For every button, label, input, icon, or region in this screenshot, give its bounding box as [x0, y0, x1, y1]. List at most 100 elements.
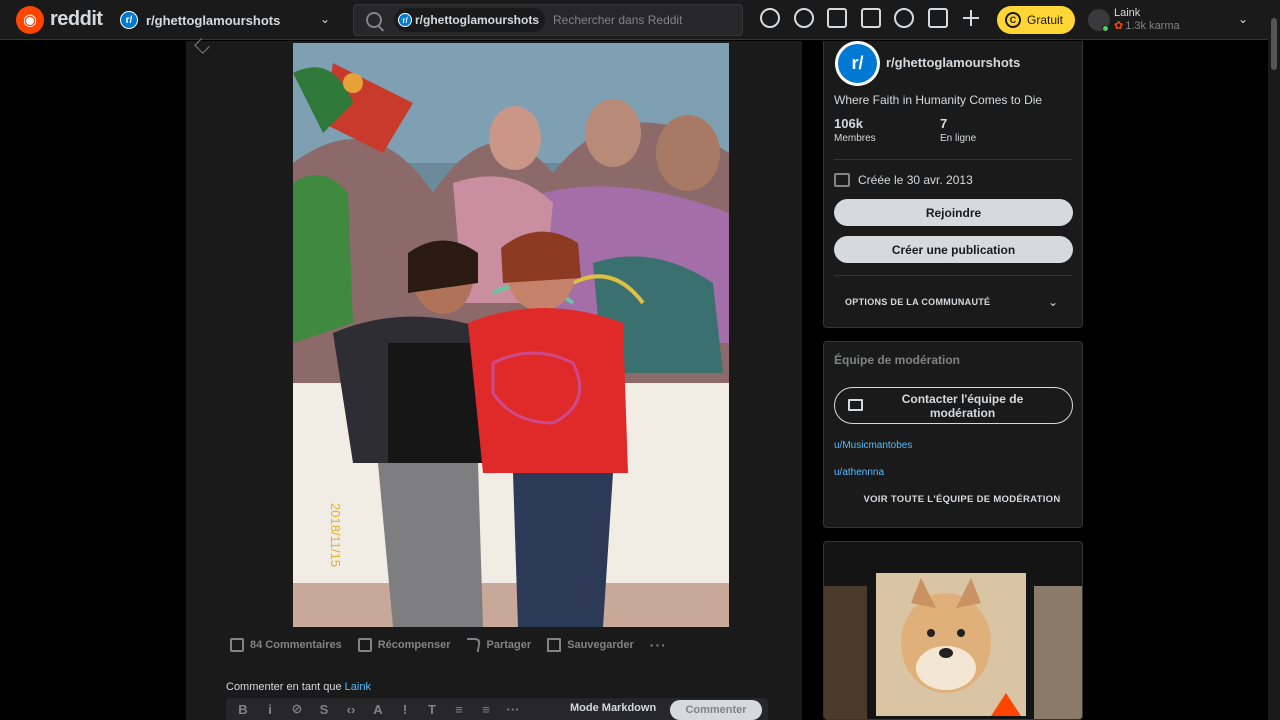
header-icon-group [760, 8, 995, 28]
subreddit-icon: r/ [120, 11, 138, 29]
community-dropdown-label: r/ghettoglamourshots [146, 12, 281, 28]
search-community-chip[interactable]: r/ r/ghettoglamourshots [394, 8, 546, 32]
post-photo-illustration: 2018/11/15 [293, 43, 729, 627]
created-date: Créée le 30 avr. 2013 [834, 173, 973, 187]
comment-submit-button[interactable]: Commenter [670, 700, 762, 720]
scrollbar-thumb[interactable] [1271, 18, 1277, 70]
flair-tag-icon [194, 38, 210, 54]
carousel-image[interactable] [824, 586, 867, 719]
comment-as-label: Commenter en tant que Laink [226, 681, 371, 693]
members-count: 106k [834, 116, 863, 131]
post-image[interactable]: 2018/11/15 [293, 43, 729, 627]
premium-button[interactable]: C Gratuit [997, 6, 1075, 34]
chevron-down-icon[interactable]: ⌄ [1048, 295, 1058, 309]
subreddit-icon: r/ [398, 13, 412, 27]
award-label: Récompenser [377, 639, 451, 651]
coin-icon: C [1005, 12, 1021, 28]
markdown-mode-toggle[interactable]: Mode Markdown [570, 702, 656, 714]
save-label: Sauvegarder [567, 639, 634, 651]
comment-as-prefix: Commenter en tant que [226, 681, 342, 693]
online-count: 7 [940, 116, 948, 131]
superscript-icon[interactable]: A [371, 702, 385, 717]
reddit-logo-icon: ◉ [16, 5, 44, 34]
comment-editor-toolbar: B i ⊘ S ‹› A ! T ≡ ≡ ··· Mode Markdown C… [226, 698, 768, 720]
image-carousel-card[interactable] [823, 541, 1083, 720]
more-tools-icon[interactable]: ··· [506, 702, 520, 717]
chevron-down-icon: ⌄ [319, 12, 330, 26]
award-icon [357, 638, 372, 652]
moderator-link[interactable]: u/athennna [834, 467, 884, 478]
code-icon[interactable]: ‹› [344, 702, 358, 717]
community-icon: r/ [835, 41, 880, 86]
user-menu[interactable]: Laink ✿ 1.3k karma ⌄ [1088, 4, 1258, 36]
comment-icon [230, 638, 244, 652]
avatar [1088, 9, 1110, 32]
bold-icon[interactable]: B [236, 702, 250, 717]
created-date-label: Créée le 30 avr. 2013 [858, 173, 973, 187]
more-options-button[interactable]: ··· [650, 634, 667, 656]
contact-mods-label: Contacter l'équipe de modération [901, 391, 1024, 420]
create-post-button[interactable]: Créer une publication [834, 236, 1073, 263]
premium-label: Gratuit [1027, 13, 1064, 27]
reddit-wordmark: reddit [50, 8, 103, 30]
user-karma: 1.3k karma [1125, 20, 1180, 32]
bulleted-list-icon[interactable]: ≡ [452, 702, 466, 717]
reddit-home-link[interactable]: ◉ reddit [16, 5, 116, 34]
comments-button[interactable]: 84 Commentaires [230, 634, 342, 656]
view-all-mods-link[interactable]: VOIR TOUTE L'ÉQUIPE DE MODÉRATION [824, 494, 1100, 505]
karma-icon: ✿ [1114, 20, 1124, 32]
community-dropdown[interactable]: r/ r/ghettoglamourshots ⌄ [120, 4, 336, 36]
spoiler-icon[interactable]: ! [398, 702, 412, 717]
community-options-toggle[interactable]: OPTIONS DE LA COMMUNAUTÉ [845, 297, 990, 307]
community-name[interactable]: r/ghettoglamourshots [886, 55, 1020, 70]
user-name: Laink [1114, 7, 1141, 19]
award-button[interactable]: Récompenser [357, 634, 451, 656]
comment-as-user-link[interactable]: Laink [345, 681, 371, 693]
share-label: Partager [486, 639, 532, 651]
community-description: Where Faith in Humanity Comes to Die [834, 93, 1043, 107]
search-chip-label: r/ghettoglamourshots [415, 13, 540, 27]
page-scrollbar[interactable] [1268, 0, 1280, 720]
divider [834, 159, 1072, 160]
online-stat: 7 En ligne [940, 116, 976, 144]
save-button[interactable]: Sauvegarder [547, 634, 634, 656]
numbered-list-icon[interactable]: ≡ [479, 702, 493, 717]
mail-icon[interactable] [927, 8, 948, 28]
search-bar[interactable]: r/ r/ghettoglamourshots Rechercher dans … [353, 4, 743, 36]
divider [834, 275, 1072, 276]
cake-icon [834, 173, 850, 187]
all-icon[interactable] [793, 8, 814, 28]
search-input[interactable]: Rechercher dans Reddit [553, 13, 682, 27]
carousel-image[interactable] [1034, 586, 1082, 719]
post-container: 2018/11/15 84 Commentaires Récompenser P… [186, 38, 802, 720]
contact-mods-button[interactable]: Contacter l'équipe de modération [834, 387, 1073, 424]
strikethrough-icon[interactable]: S [317, 702, 331, 717]
mail-icon [848, 399, 863, 411]
search-icon [366, 12, 382, 28]
comments-count: 84 Commentaires [250, 639, 342, 651]
top-navigation-bar: ◉ reddit r/ r/ghettoglamourshots ⌄ r/ r/… [0, 0, 1268, 40]
share-icon [465, 638, 482, 652]
online-status-dot [1102, 25, 1109, 32]
link-icon[interactable]: ⊘ [290, 701, 304, 716]
carousel-image[interactable] [876, 573, 1026, 716]
video-icon[interactable] [827, 8, 847, 28]
create-post-icon[interactable] [961, 8, 981, 28]
moderators-card: Équipe de modération Contacter l'équipe … [823, 341, 1083, 528]
heading-icon[interactable]: T [425, 702, 439, 717]
moderator-link[interactable]: u/Musicmantobes [834, 440, 912, 451]
about-community-card: r/ r/ghettoglamourshots Where Faith in H… [823, 41, 1083, 328]
photo-date-stamp: 2018/11/15 [328, 503, 343, 567]
join-button[interactable]: Rejoindre [834, 199, 1073, 226]
post-action-bar: 84 Commentaires Récompenser Partager Sau… [230, 634, 683, 656]
moderators-title: Équipe de modération [834, 353, 961, 367]
save-icon [547, 638, 562, 652]
members-stat: 106k Membres [834, 116, 876, 144]
shield-icon[interactable] [860, 8, 881, 28]
share-button[interactable]: Partager [465, 634, 532, 656]
popular-icon[interactable] [760, 8, 780, 28]
italic-icon[interactable]: i [263, 702, 277, 717]
members-label: Membres [834, 133, 876, 144]
chat-icon[interactable] [894, 8, 914, 28]
chevron-down-icon: ⌄ [1237, 12, 1248, 26]
